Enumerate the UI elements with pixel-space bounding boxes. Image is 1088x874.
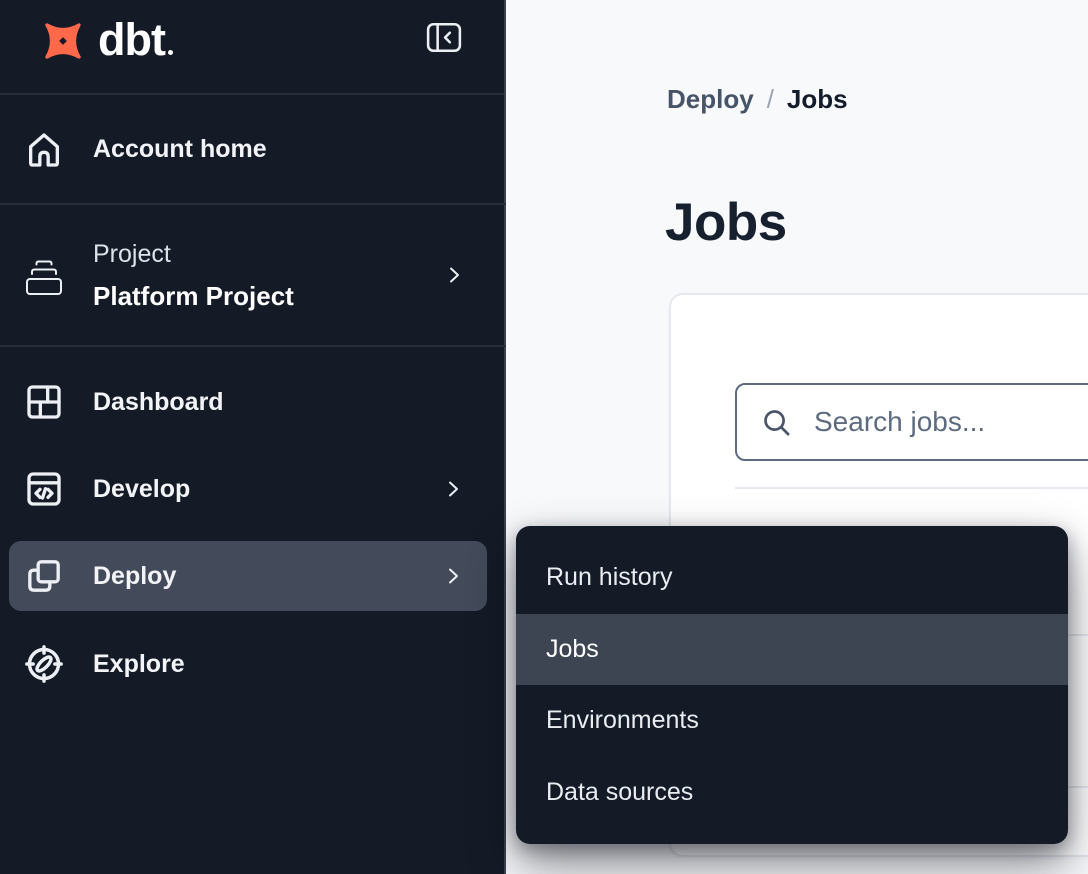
sidebar-item-label: Dashboard bbox=[93, 388, 224, 417]
sidebar: dbt Account home bbox=[0, 0, 506, 874]
chevron-right-icon bbox=[442, 263, 466, 287]
search-jobs-input[interactable] bbox=[812, 405, 1088, 439]
search-icon bbox=[761, 407, 792, 438]
panel-collapse-icon bbox=[426, 22, 462, 53]
chevron-right-icon bbox=[441, 564, 465, 588]
sidebar-item-label: Deploy bbox=[93, 562, 176, 591]
sidebar-item-account-home[interactable]: Account home bbox=[0, 96, 506, 205]
menu-item-run-history[interactable]: Run history bbox=[516, 542, 1068, 614]
breadcrumb-separator: / bbox=[767, 84, 774, 115]
dbt-logo-link[interactable]: dbt bbox=[36, 12, 216, 70]
sidebar-item-label: Explore bbox=[93, 650, 185, 679]
project-label: Project bbox=[93, 233, 294, 275]
code-window-icon bbox=[22, 465, 66, 513]
breadcrumb-deploy-link[interactable]: Deploy bbox=[667, 84, 754, 115]
sidebar-item-label: Account home bbox=[93, 135, 267, 164]
app-window: dbt Account home bbox=[0, 0, 1088, 874]
sidebar-header: dbt bbox=[0, 0, 504, 95]
menu-item-jobs[interactable]: Jobs bbox=[516, 614, 1068, 686]
deploy-squares-icon bbox=[22, 552, 66, 600]
sidebar-item-project[interactable]: Project Platform Project bbox=[0, 205, 506, 347]
deploy-flyout-menu: Run history Jobs Environments Data sourc… bbox=[516, 526, 1068, 844]
breadcrumb: Deploy / Jobs bbox=[667, 84, 848, 115]
project-stack-icon bbox=[22, 251, 66, 299]
sidebar-item-develop[interactable]: Develop bbox=[9, 454, 487, 524]
project-name: Platform Project bbox=[93, 275, 294, 317]
sidebar-item-deploy[interactable]: Deploy bbox=[9, 541, 487, 611]
menu-item-environments[interactable]: Environments bbox=[516, 685, 1068, 757]
brand-wordmark: dbt bbox=[98, 17, 173, 62]
card-divider bbox=[735, 487, 1088, 489]
sidebar-item-dashboard[interactable]: Dashboard bbox=[9, 367, 487, 437]
search-box bbox=[735, 383, 1088, 461]
menu-item-data-sources[interactable]: Data sources bbox=[516, 757, 1068, 829]
dashboard-grid-icon bbox=[22, 378, 66, 426]
dbt-logo-icon bbox=[36, 15, 90, 67]
sidebar-collapse-button[interactable] bbox=[426, 22, 462, 53]
sidebar-item-label: Develop bbox=[93, 475, 190, 504]
home-icon bbox=[22, 126, 66, 174]
compass-icon bbox=[22, 640, 66, 688]
breadcrumb-current: Jobs bbox=[787, 84, 848, 115]
project-text: Project Platform Project bbox=[93, 233, 294, 317]
sidebar-item-explore[interactable]: Explore bbox=[9, 629, 487, 699]
page-title: Jobs bbox=[665, 196, 787, 249]
chevron-right-icon bbox=[441, 477, 465, 501]
